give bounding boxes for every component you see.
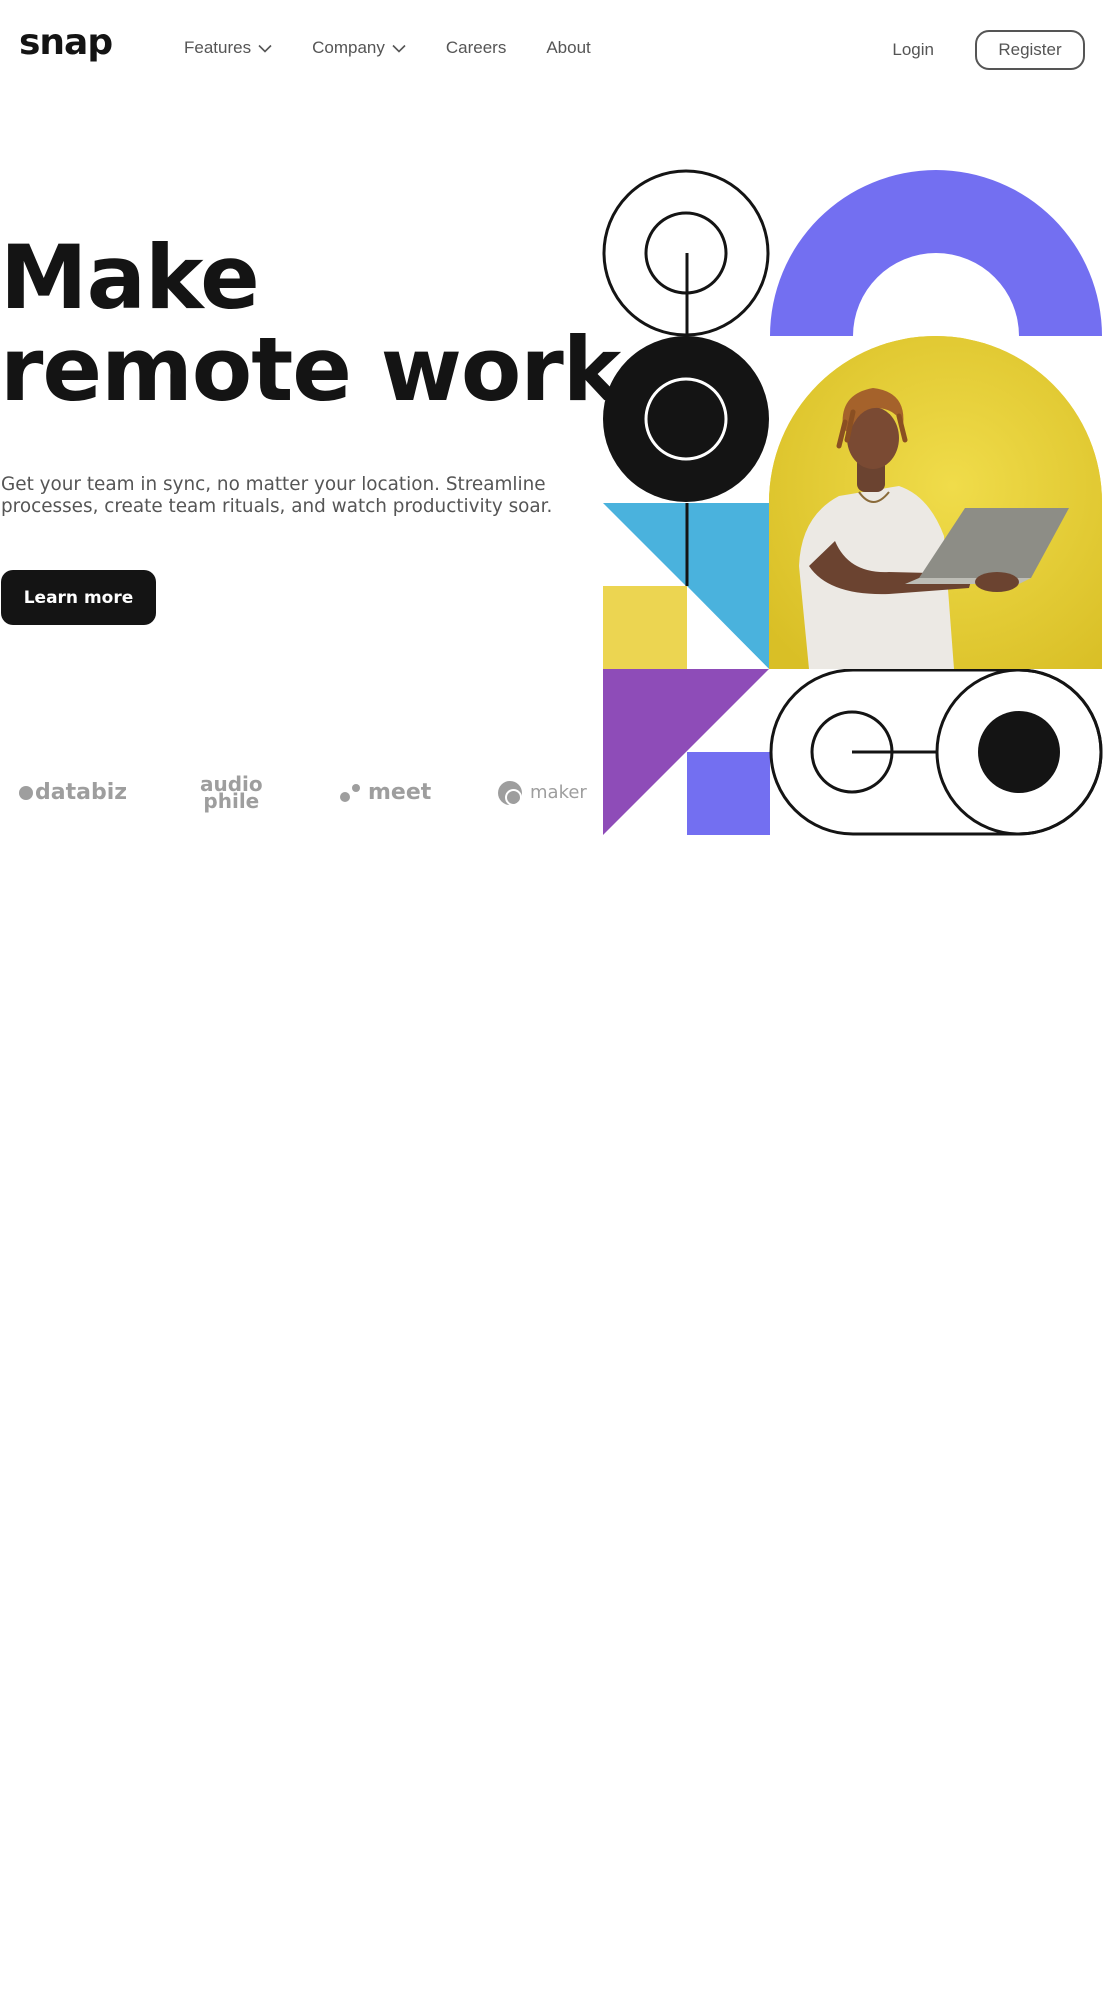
nav-item-features[interactable]: Features	[184, 38, 272, 58]
auth-actions: Login Register	[892, 30, 1085, 70]
black-circle-shape	[603, 336, 769, 502]
audiophile-logo-bottom: phile	[203, 788, 260, 813]
hero-photo	[769, 336, 1102, 669]
hero-illustration	[600, 168, 1105, 838]
maker-logo: maker	[498, 770, 587, 815]
blue-block-shape	[687, 503, 769, 586]
meet-dots-icon	[340, 782, 362, 804]
chevron-down-icon	[392, 44, 406, 53]
nav-item-about-label: About	[546, 38, 591, 57]
hero-title: Make remote work	[0, 226, 621, 421]
purple-arch-shape	[770, 170, 1102, 336]
meet-logo: meet	[340, 770, 431, 815]
nav-item-company-label: Company	[312, 38, 385, 57]
yellow-square-shape	[603, 586, 687, 669]
hero-title-line-2: remote work	[0, 318, 621, 421]
hero-subtitle: Get your team in sync, no matter your lo…	[1, 474, 553, 517]
pill-black-dot-shape	[978, 711, 1060, 793]
databiz-logo-text: databiz	[35, 780, 128, 805]
top-navigation: snap Features Company Careers About Logi…	[0, 0, 1105, 98]
nav-item-careers[interactable]: Careers	[446, 38, 506, 58]
nav-item-company[interactable]: Company	[312, 38, 406, 58]
purple-square-shape	[687, 752, 770, 835]
hero-title-line-1: Make	[0, 226, 260, 329]
chevron-down-icon	[258, 44, 272, 53]
nav-item-careers-label: Careers	[445, 38, 507, 57]
databiz-logo: databiz	[19, 770, 127, 815]
snap-logo[interactable]: snap	[19, 22, 113, 63]
maker-logo-text: maker	[530, 782, 587, 803]
learn-more-button[interactable]: Learn more	[1, 570, 156, 625]
person-with-laptop-image	[769, 336, 1102, 669]
nav-item-about[interactable]: About	[546, 38, 590, 58]
maker-mark-icon	[498, 780, 522, 806]
meet-logo-text: meet	[368, 780, 432, 805]
login-link[interactable]: Login	[892, 40, 934, 60]
nav-item-features-label: Features	[184, 38, 252, 57]
audiophile-logo: audio phile	[200, 770, 263, 815]
databiz-dot-icon	[19, 785, 33, 800]
client-logos: databiz audio phile meet maker	[0, 770, 590, 815]
main-menu: Features Company Careers About	[184, 38, 631, 58]
register-button[interactable]: Register	[975, 30, 1085, 70]
